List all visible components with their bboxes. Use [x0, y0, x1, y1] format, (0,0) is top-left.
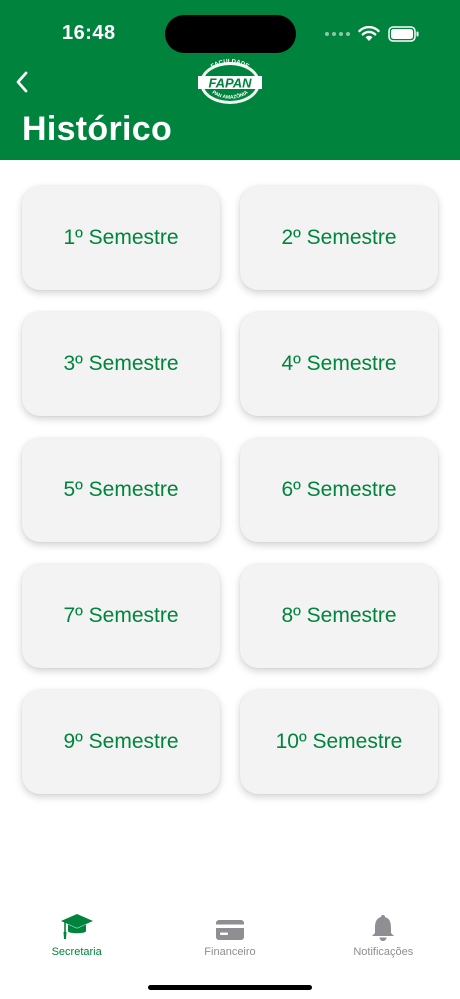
- page-title: Histórico: [22, 110, 173, 148]
- semester-card-4[interactable]: 4º Semestre: [240, 312, 438, 416]
- semester-card-3[interactable]: 3º Semestre: [22, 312, 220, 416]
- svg-text:FAPAN: FAPAN: [208, 76, 252, 91]
- bell-icon: [372, 915, 395, 941]
- credit-card-icon: [215, 920, 244, 940]
- semester-card-7[interactable]: 7º Semestre: [22, 564, 220, 668]
- tab-financeiro[interactable]: Financeiro: [155, 910, 305, 970]
- chevron-left-icon: [16, 71, 28, 93]
- semester-card-8[interactable]: 8º Semestre: [240, 564, 438, 668]
- tab-label: Financeiro: [204, 946, 256, 958]
- back-button[interactable]: [8, 66, 36, 98]
- status-icons: [325, 22, 420, 46]
- tab-label: Notificações: [353, 946, 414, 958]
- dynamic-island: [165, 15, 296, 53]
- semester-card-9[interactable]: 9º Semestre: [22, 690, 220, 794]
- cellular-signal-icon: [325, 32, 350, 36]
- semester-card-2[interactable]: 2º Semestre: [240, 186, 438, 290]
- graduation-cap-icon: [60, 914, 93, 939]
- header: 16:48 FACULDADE PAN AMAZÔNIA FAPAN Histó…: [0, 0, 460, 160]
- semester-card-5[interactable]: 5º Semestre: [22, 438, 220, 542]
- fapan-logo: FACULDADE PAN AMAZÔNIA FAPAN: [198, 59, 262, 104]
- semester-card-6[interactable]: 6º Semestre: [240, 438, 438, 542]
- semester-card-1[interactable]: 1º Semestre: [22, 186, 220, 290]
- tab-bar: Secretaria Financeiro Notificações: [0, 910, 460, 970]
- battery-icon: [388, 26, 419, 42]
- home-indicator[interactable]: [148, 985, 312, 990]
- semester-grid: 1º Semestre 2º Semestre 3º Semestre 4º S…: [22, 186, 438, 794]
- tab-label: Secretaria: [51, 946, 102, 958]
- tab-secretaria[interactable]: Secretaria: [2, 910, 152, 970]
- status-time: 16:48: [62, 22, 116, 44]
- wifi-icon: [358, 26, 380, 41]
- tab-notificacoes[interactable]: Notificações: [308, 910, 458, 970]
- semester-card-10[interactable]: 10º Semestre: [240, 690, 438, 794]
